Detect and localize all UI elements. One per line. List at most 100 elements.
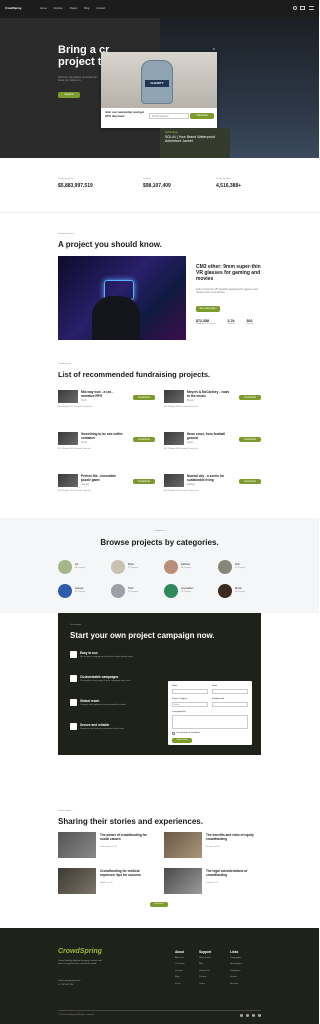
category-select[interactable]: Select — [172, 702, 208, 707]
footer-contact[interactable]: info@crowdspring.com — [58, 980, 80, 983]
submit-button[interactable]: Submit Now — [172, 738, 192, 743]
feature-item: Easy to use Set up your campaign quickly… — [70, 651, 160, 671]
copyright: © 2024 CrowdSpring. All rights reserved. — [58, 1014, 95, 1016]
featured-stats: $72,358 Pledged of $75,000 goal 2.7k Backe… — [196, 319, 254, 325]
project-card[interactable]: Nomad city - a series for sustainable li… — [164, 474, 261, 496]
footer-phone[interactable]: +1 234 567 890 — [58, 984, 73, 987]
nav-link[interactable]: Explore — [54, 7, 63, 10]
contribute-button[interactable]: Contribute — [133, 395, 155, 400]
story-card[interactable]: The legal considerations of crowdfunding… — [164, 868, 261, 896]
email-field[interactable] — [212, 689, 248, 694]
search-icon[interactable] — [293, 6, 297, 10]
categories-heading: Browse projects by categories. — [100, 538, 219, 547]
linkedin-icon[interactable] — [258, 1014, 261, 1017]
logo[interactable]: CrowdSpring — [5, 7, 21, 10]
footer-link[interactable]: Stories — [230, 976, 260, 979]
footer-link[interactable]: Campaigns — [230, 957, 260, 960]
footer-link[interactable]: Careers — [175, 970, 199, 973]
nav-link[interactable]: Pages — [70, 7, 77, 10]
footer-link[interactable]: Press — [175, 983, 199, 986]
hero-cta-button[interactable]: Explore — [58, 92, 80, 98]
footer-link[interactable]: Terms — [199, 983, 225, 986]
feature-icon — [70, 699, 77, 706]
project-thumb — [164, 474, 184, 487]
footer-link[interactable]: Privacy — [199, 976, 225, 979]
category-avatar — [58, 560, 72, 574]
category-name: Film — [235, 563, 240, 566]
close-icon[interactable]: × — [213, 47, 215, 51]
category-item[interactable]: Art 48 Projects — [58, 560, 108, 576]
promo-tag: Technology — [165, 131, 179, 134]
contribute-button[interactable]: Contribute — [239, 479, 261, 484]
agree-checkbox[interactable] — [172, 732, 175, 735]
story-card[interactable]: The benefits and risks of equity crowdfu… — [164, 832, 261, 860]
nav-link[interactable]: Contact — [96, 7, 105, 10]
category-item[interactable]: Book 12 Projects — [111, 560, 161, 576]
category-name: Journalism — [181, 587, 194, 590]
description-field[interactable] — [172, 715, 248, 729]
twitter-icon[interactable] — [246, 1014, 249, 1017]
story-title: The power of crowdfunding for social cau… — [100, 833, 147, 841]
menu-icon[interactable] — [309, 6, 314, 10]
contribute-button[interactable]: Contribute — [133, 479, 155, 484]
project-foot: $51 Pledged 58% Funded 9 days left — [58, 448, 91, 450]
footer-link[interactable]: Contact Us — [199, 970, 225, 973]
footer-link[interactable]: Start project — [230, 963, 260, 966]
category-item[interactable]: Film 27 Projects — [218, 560, 268, 576]
category-count: 12 Projects — [128, 567, 139, 569]
stat: Funded $98,107,409 — [143, 178, 171, 190]
category-count: 19 Projects — [181, 591, 192, 593]
project-card[interactable]: Meyers & McCartney - vows to the music M… — [164, 390, 261, 412]
footer-link[interactable]: Categories — [230, 970, 260, 973]
story-card[interactable]: The power of crowdfunding for social cau… — [58, 832, 155, 860]
footer-link[interactable]: Help Center — [199, 957, 225, 960]
facebook-icon[interactable] — [240, 1014, 243, 1017]
story-card[interactable]: Crowdfunding for medical expenses: tips … — [58, 868, 155, 896]
story-image — [164, 868, 202, 894]
contribute-button[interactable]: Contribute — [133, 437, 155, 442]
footer-link[interactable]: Blog — [175, 976, 199, 979]
email-input[interactable]: Email address — [149, 113, 189, 119]
subscribe-button[interactable]: Subscribe — [190, 113, 214, 119]
recommended-heading: List of recommended fundraising projects… — [58, 370, 211, 379]
footer-link[interactable]: Our Team — [175, 963, 199, 966]
category-item[interactable]: Journalism 19 Projects — [164, 584, 214, 600]
footer-link[interactable]: FAQ — [199, 963, 225, 966]
project-foot: $83 Pledged 39% Funded 18 days left — [164, 406, 198, 408]
category-item[interactable]: Games 41 Projects — [58, 584, 108, 600]
footer-logo[interactable]: CrowdSpring — [58, 948, 102, 955]
project-meta: Design — [187, 483, 196, 486]
nav-link[interactable]: Blog — [84, 7, 89, 10]
featured-image[interactable] — [58, 256, 186, 340]
category-name: Art — [75, 563, 79, 566]
story-image — [58, 832, 96, 858]
stat: Project backers 4,516,388+ — [216, 178, 242, 190]
stories-heading: Sharing their stories and experiences. — [58, 817, 203, 826]
cart-icon[interactable] — [300, 6, 305, 10]
project-card[interactable]: Something to be one coffee container Foo… — [58, 432, 155, 454]
email-label: Email — [212, 685, 218, 687]
nav-link[interactable]: Home — [40, 7, 47, 10]
promo-card[interactable]: Technology SOLAI | Your Brand Waterproof… — [160, 128, 230, 158]
instagram-icon[interactable] — [252, 1014, 255, 1017]
project-card[interactable]: Neon court, from football ground Sport C… — [164, 432, 261, 454]
project-thumb — [58, 390, 78, 403]
see-campaign-button[interactable]: See Campaign — [196, 306, 220, 312]
contribute-button[interactable]: Contribute — [239, 395, 261, 400]
footer-link[interactable]: Account — [230, 983, 260, 986]
category-item[interactable]: Music 33 Projects — [218, 584, 268, 600]
category-name: Fashion — [181, 563, 191, 566]
project-card[interactable]: Perfect fits - innovative puzzle game Ga… — [58, 474, 155, 496]
category-item[interactable]: Tech 55 Projects — [111, 584, 161, 600]
story-image — [164, 832, 202, 858]
project-title: Mid way now - a cat - narrative RPG — [81, 390, 113, 398]
name-field[interactable] — [172, 689, 208, 694]
view-more-button[interactable]: View More — [150, 902, 168, 907]
contribute-button[interactable]: Contribute — [239, 437, 261, 442]
footer-link[interactable]: About Us — [175, 957, 199, 960]
goal-field[interactable] — [212, 702, 248, 707]
project-card[interactable]: Mid way now - a cat - narrative RPG Tech… — [58, 390, 155, 412]
feature-desc: Connect with supporters from around the … — [80, 704, 127, 706]
category-item[interactable]: Fashion 36 Projects — [164, 560, 214, 576]
jar-image: CHARITY — [141, 60, 173, 104]
